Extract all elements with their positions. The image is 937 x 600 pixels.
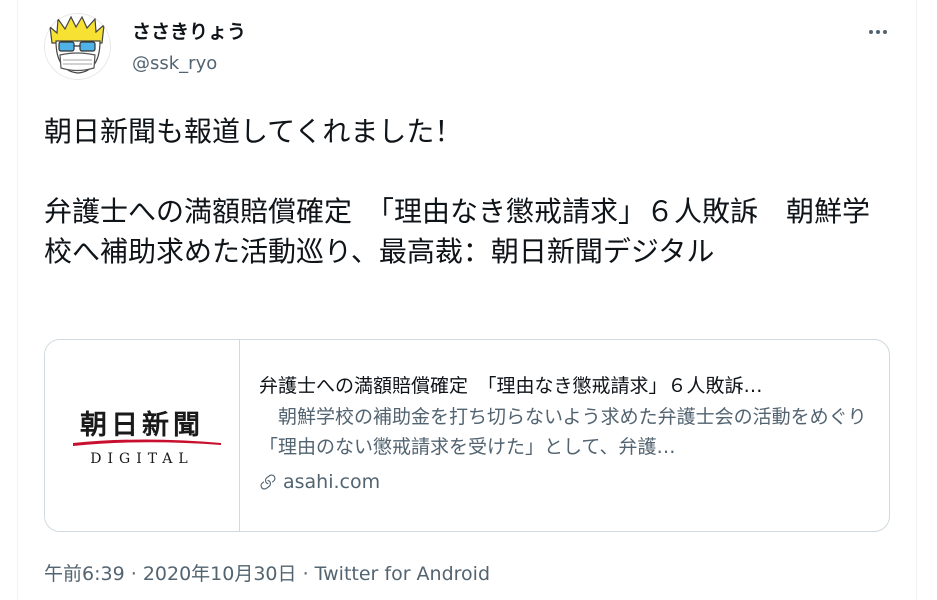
more-options-button[interactable] xyxy=(861,18,895,46)
avatar-illustration xyxy=(44,13,111,80)
tweet-time: 午前6:39 xyxy=(44,563,125,585)
meta-separator: · xyxy=(302,563,309,585)
card-description: 朝鮮学校の補助金を打ち切らないよう求めた弁護士会の活動をめぐり「理由のない懲戒請… xyxy=(259,406,867,458)
link-card[interactable]: 朝日新聞 DIGITAL 弁護士への満額賠償確定 「理由なき懲戒請求」６人敗訴…… xyxy=(44,339,890,532)
tweet-date: 2020年10月30日 xyxy=(142,563,297,585)
card-domain-text: asahi.com xyxy=(283,471,381,493)
avatar[interactable] xyxy=(44,13,111,80)
card-thumbnail: 朝日新聞 DIGITAL xyxy=(45,340,240,531)
tweet-text: 朝日新聞も報道してくれました！ 弁護士への満額賠償確定 「理由なき懲戒請求」６人… xyxy=(44,115,871,268)
link-icon xyxy=(260,474,276,490)
timeline-border-right xyxy=(916,0,917,600)
card-title: 弁護士への満額賠償確定 「理由なき懲戒請求」６人敗訴… xyxy=(259,375,763,397)
timeline-border-left xyxy=(17,0,18,600)
more-options-icon xyxy=(869,30,873,34)
logo-digital: DIGITAL xyxy=(90,451,193,467)
logo-wordmark: 朝日新聞 xyxy=(80,409,204,441)
author-name[interactable]: ささきりょう xyxy=(132,20,246,44)
tweet-meta: 午前6:39 · 2020年10月30日 · Twitter for Andro… xyxy=(44,562,490,586)
tweet-timestamp[interactable]: 午前6:39 · 2020年10月30日 xyxy=(44,563,297,585)
author-handle[interactable]: @ssk_ryo xyxy=(132,52,217,76)
tweet-source[interactable]: Twitter for Android xyxy=(315,563,490,585)
asahi-logo: 朝日新聞 DIGITAL xyxy=(73,409,221,467)
card-body: 弁護士への満額賠償確定 「理由なき懲戒請求」６人敗訴… 朝鮮学校の補助金を打ち切… xyxy=(259,374,879,494)
card-domain: asahi.com xyxy=(259,470,879,494)
